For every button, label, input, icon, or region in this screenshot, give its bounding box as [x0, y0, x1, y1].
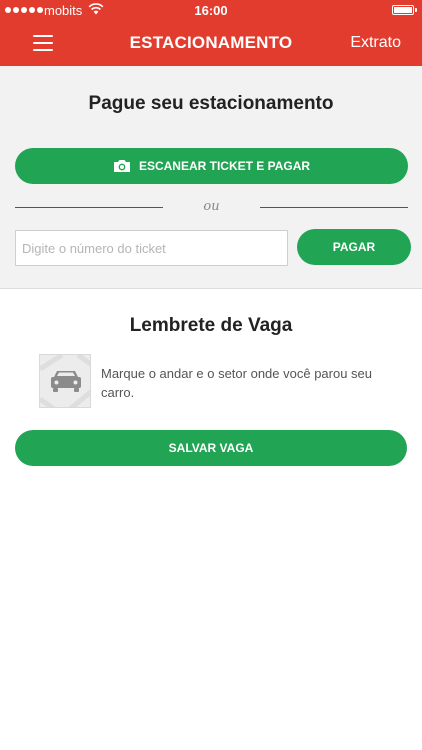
or-divider: ou [15, 198, 408, 218]
pay-button-label: PAGAR [332, 240, 376, 254]
pay-button[interactable]: PAGAR [297, 229, 411, 265]
status-time: 16:00 [194, 3, 228, 18]
ticket-number-input[interactable] [15, 230, 288, 266]
pay-section: Pague seu estacionamento ESCANEAR TICKET… [0, 66, 422, 289]
reminder-info: Marque o andar e o setor onde você parou… [39, 354, 399, 410]
status-bar: mobits 16:00 [0, 0, 422, 22]
map-car-icon [39, 354, 91, 408]
reminder-section-title: Lembrete de Vaga [129, 315, 293, 336]
camera-icon [113, 160, 130, 172]
battery-icon [392, 5, 417, 15]
scan-ticket-label: ESCANEAR TICKET E PAGAR [138, 159, 311, 173]
scan-ticket-button[interactable]: ESCANEAR TICKET E PAGAR [15, 148, 408, 184]
extrato-button[interactable]: Extrato [350, 34, 401, 52]
divider-line-right [260, 207, 408, 208]
save-spot-label: SALVAR VAGA [168, 441, 254, 455]
reminder-description: Marque o andar e o setor onde você parou… [101, 366, 373, 400]
save-spot-button[interactable]: SALVAR VAGA [15, 430, 407, 466]
pay-section-title: Pague seu estacionamento [88, 93, 334, 114]
navigation-bar: ESTACIONAMENTO Extrato [0, 22, 422, 66]
